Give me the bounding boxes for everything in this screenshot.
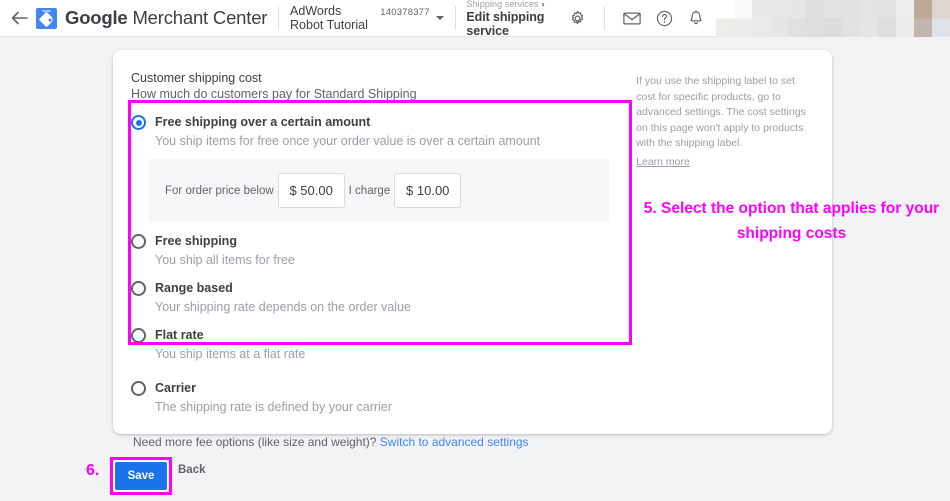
fee-label-between: I charge	[349, 185, 391, 197]
option-carrier[interactable]: Carrier The shipping rate is defined by …	[131, 379, 624, 426]
charge-amount-input[interactable]: $ 10.00	[394, 173, 461, 208]
back-button[interactable]: Back	[178, 464, 206, 476]
advanced-settings-row: Need more fee options (like size and wei…	[133, 435, 624, 449]
divider	[455, 6, 456, 30]
option-title: Range based	[155, 281, 233, 295]
breadcrumb-parent-row[interactable]: Shipping services ›	[466, 0, 561, 9]
fee-label-before: For order price below	[165, 185, 274, 197]
card-side-note: If you use the shipping label to set cos…	[636, 71, 807, 449]
mail-icon[interactable]	[616, 2, 648, 34]
highlight-box-save: Save	[110, 457, 172, 495]
switch-to-advanced-settings-link[interactable]: Switch to advanced settings	[380, 435, 529, 449]
side-note-text: If you use the shipping label to set cos…	[636, 74, 807, 152]
brand-merchant-center: Merchant Center	[128, 7, 268, 28]
option-title: Free shipping	[155, 234, 237, 248]
option-title: Free shipping over a certain amount	[155, 115, 370, 129]
bell-icon[interactable]	[680, 2, 712, 34]
back-arrow-icon[interactable]	[6, 11, 32, 25]
account-selector[interactable]: AdWords Robot Tutorial 140378377	[290, 4, 444, 32]
app-bar: Google Merchant Center AdWords Robot Tut…	[0, 0, 950, 37]
chevron-down-icon[interactable]	[436, 16, 444, 20]
radio-free-shipping[interactable]	[131, 234, 146, 249]
brand-text: Google Merchant Center	[65, 7, 267, 29]
redacted-user-area	[716, 0, 950, 37]
radio-flat-rate[interactable]	[131, 328, 146, 343]
learn-more-link[interactable]: Learn more	[636, 156, 690, 168]
brand-google: Google	[65, 7, 128, 28]
brand-logo[interactable]: Google Merchant Center	[36, 7, 267, 29]
option-description: You ship items for free once your order …	[155, 132, 540, 151]
fee-configuration-panel: For order price below $ 50.00 I charge $…	[149, 159, 609, 222]
option-title: Flat rate	[155, 328, 204, 342]
option-free-shipping[interactable]: Free shipping You ship all items for fre…	[131, 232, 624, 279]
breadcrumb-parent: Shipping services	[466, 0, 538, 9]
divider	[604, 6, 605, 30]
account-name: AdWords Robot Tutorial	[290, 4, 375, 32]
option-title: Carrier	[155, 381, 196, 395]
divider	[278, 6, 279, 30]
breadcrumb: Shipping services › Edit shipping servic…	[466, 0, 561, 38]
page-subtitle: How much do customers pay for Standard S…	[131, 87, 624, 101]
option-free-shipping-over-amount[interactable]: Free shipping over a certain amount You …	[131, 113, 624, 153]
option-flat-rate[interactable]: Flat rate You ship items at a flat rate	[131, 326, 624, 373]
account-id: 140378377	[380, 7, 429, 18]
card-main-column: Customer shipping cost How much do custo…	[131, 71, 624, 449]
app-bar-icons	[561, 0, 950, 37]
save-button[interactable]: Save	[115, 462, 167, 490]
radio-range-based[interactable]	[131, 281, 146, 296]
help-icon[interactable]	[648, 2, 680, 34]
breadcrumb-chevron-icon: ›	[542, 0, 545, 9]
annotation-step-6: 6.	[86, 462, 99, 480]
option-description: Your shipping rate depends on the order …	[155, 298, 411, 317]
avatar	[914, 0, 932, 37]
annotation-step-5: 5. Select the option that applies for yo…	[633, 196, 950, 246]
merchant-center-logo-icon	[36, 8, 57, 29]
page-title: Customer shipping cost	[131, 71, 624, 85]
option-description: The shipping rate is defined by your car…	[155, 398, 392, 417]
advanced-settings-text: Need more fee options (like size and wei…	[133, 435, 380, 449]
option-range-based[interactable]: Range based Your shipping rate depends o…	[131, 279, 624, 326]
radio-carrier[interactable]	[131, 381, 146, 396]
option-description: You ship items at a flat rate	[155, 345, 305, 364]
radio-free-shipping-over-amount[interactable]	[131, 115, 146, 130]
gear-icon[interactable]	[561, 2, 593, 34]
option-description: You ship all items for free	[155, 251, 295, 270]
breadcrumb-current: Edit shipping service	[466, 10, 561, 38]
order-price-input[interactable]: $ 50.00	[278, 173, 345, 208]
